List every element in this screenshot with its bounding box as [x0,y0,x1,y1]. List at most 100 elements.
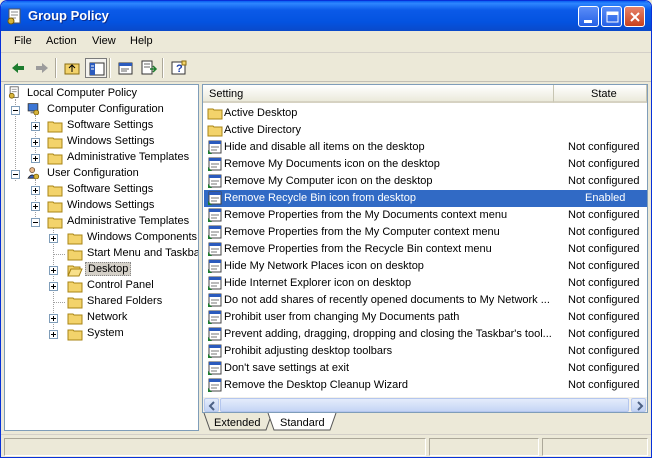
view-tabs: Extended Standard [202,413,648,433]
setting-row[interactable]: Remove the Desktop Cleanup Wizard Not con… [204,377,647,394]
setting-state: Not configured [568,328,640,340]
scroll-left-button[interactable] [204,398,219,412]
tree-item-label: Administrative Templates [67,151,190,163]
tab-standard[interactable]: Standard [274,414,332,432]
column-header-label: State [591,88,617,100]
tree-item-network[interactable]: Network [5,310,198,326]
tree-item-shared-folders[interactable]: Shared Folders [5,294,198,310]
tree-item-computer-windows-settings[interactable]: Windows Settings [5,134,198,150]
expand-toggle[interactable] [31,122,40,131]
tree-item-control-panel[interactable]: Control Panel [5,278,198,294]
help-button[interactable]: ? [168,58,190,78]
setting-icon [207,225,223,240]
forward-arrow-icon [36,63,48,73]
setting-icon [207,327,223,342]
expand-toggle[interactable] [31,186,40,195]
setting-row[interactable]: Do not add shares of recently opened doc… [204,292,647,309]
setting-row[interactable]: Active Desktop [204,105,647,122]
setting-icon [207,174,223,189]
expand-toggle[interactable] [49,314,58,323]
scroll-right-arrow-icon [637,401,644,411]
up-one-level-button[interactable] [61,58,83,78]
window-title: Group Policy [28,8,109,23]
setting-row[interactable]: Don't save settings at exit Not configure… [204,360,647,377]
forward-button[interactable] [31,58,53,78]
back-button[interactable] [7,58,29,78]
tree-item-computer-configuration[interactable]: Computer Configuration [5,102,198,118]
tree-item-start-menu-and-taskbar[interactable]: Start Menu and Taskbar [5,246,198,262]
scroll-right-button[interactable] [631,398,646,412]
tree-item-user-administrative-templates[interactable]: Administrative Templates [5,214,198,230]
setting-row[interactable]: Prohibit user from changing My Documents… [204,309,647,326]
setting-row[interactable]: Prohibit adjusting desktop toolbars Not c… [204,343,647,360]
minimize-button[interactable] [578,6,599,27]
minimize-icon [584,20,592,23]
show-hide-tree-button[interactable] [85,58,107,78]
collapse-toggle[interactable] [31,218,40,227]
collapse-toggle[interactable] [11,106,20,115]
tree-item-computer-administrative-templates[interactable]: Administrative Templates [5,150,198,166]
expand-toggle[interactable] [49,282,58,291]
export-list-button[interactable] [138,58,160,78]
console-tree-icon [89,62,105,76]
setting-row[interactable]: Remove Recycle Bin icon from desktop Enab… [204,190,647,207]
column-header-state[interactable]: State [554,85,647,103]
folder-icon [47,137,63,149]
setting-icon [207,259,223,274]
expand-toggle[interactable] [31,138,40,147]
menu-action[interactable]: Action [46,35,77,47]
folder-icon [47,185,63,197]
tree-item-label: Administrative Templates [67,215,190,227]
tree-item-label: Computer Configuration [47,103,164,115]
settings-list[interactable]: Setting State Active Desktop Active Direc… [202,84,648,413]
setting-row[interactable]: Hide and disable all items on the deskto… [204,139,647,156]
setting-row[interactable]: Active Directory [204,122,647,139]
tree-item-user-configuration[interactable]: User Configuration [5,166,198,182]
tree-item-label: Windows Settings [67,199,155,211]
expand-toggle[interactable] [31,202,40,211]
horizontal-scrollbar[interactable] [202,397,648,413]
folder-open-icon [67,265,83,277]
folder-icon [67,313,83,325]
collapse-toggle[interactable] [11,170,20,179]
setting-row[interactable]: Remove My Documents icon on the desktop N… [204,156,647,173]
setting-icon [207,310,223,325]
setting-row[interactable]: Remove My Computer icon on the desktop No… [204,173,647,190]
tab-extended[interactable]: Extended [210,414,268,432]
tree-item-local-computer-policy[interactable]: Local Computer Policy [5,86,198,102]
setting-row[interactable]: Hide Internet Explorer icon on desktop No… [204,275,647,292]
folder-up-icon [64,63,80,75]
maximize-button[interactable] [601,6,622,27]
setting-row[interactable]: Remove Properties from the My Documents … [204,207,647,224]
tree-item-system[interactable]: System [5,326,198,342]
console-tree[interactable]: Local Computer Policy Computer Configura… [4,84,199,431]
expand-toggle[interactable] [49,266,58,275]
expand-toggle[interactable] [49,234,58,243]
menu-view[interactable]: View [92,35,116,47]
scroll-thumb[interactable] [220,398,629,412]
tree-item-desktop[interactable]: Desktop [5,262,198,278]
tree-item-windows-components[interactable]: Windows Components [5,230,198,246]
setting-name: Active Desktop [224,107,298,119]
close-button[interactable] [624,6,645,27]
status-panel [4,438,426,456]
setting-row[interactable]: Prevent adding, dragging, dropping and c… [204,326,647,343]
folder-icon [67,249,83,261]
tree-item-label: Software Settings [67,119,154,131]
tree-item-user-software-settings[interactable]: Software Settings [5,182,198,198]
setting-row[interactable]: Hide My Network Places icon on desktop No… [204,258,647,275]
menu-help[interactable]: Help [130,35,153,47]
status-panel [542,438,648,456]
setting-row[interactable]: Remove Properties from the Recycle Bin c… [204,241,647,258]
expand-toggle[interactable] [31,154,40,163]
tree-item-user-windows-settings[interactable]: Windows Settings [5,198,198,214]
setting-row[interactable]: Remove Properties from the My Computer c… [204,224,647,241]
properties-button[interactable] [115,58,137,78]
setting-state: Not configured [568,260,640,272]
tree-item-computer-software-settings[interactable]: Software Settings [5,118,198,134]
expand-toggle[interactable] [49,330,58,339]
title-bar[interactable]: Group Policy [1,1,651,31]
column-header-setting[interactable]: Setting [203,85,554,103]
menu-file[interactable]: File [14,35,32,47]
back-arrow-icon [12,63,24,73]
